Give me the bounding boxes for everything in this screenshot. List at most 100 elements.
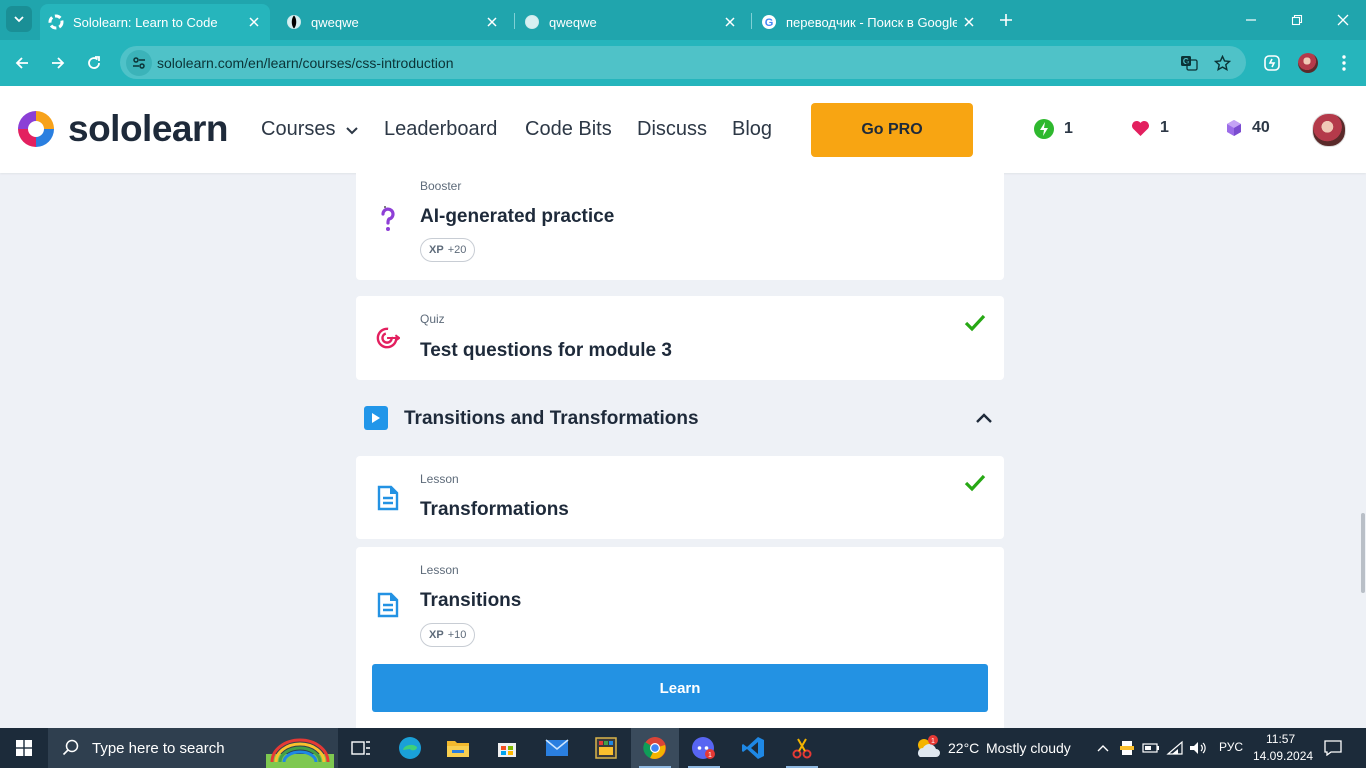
svg-text:G: G [1183,57,1189,66]
close-tab-icon[interactable] [718,10,742,34]
learn-button[interactable]: Learn [372,664,988,712]
xp-label: XP [429,244,444,256]
clock-time[interactable]: 11:57 [1266,732,1295,746]
forward-button[interactable] [44,49,72,77]
edge-app[interactable] [386,728,434,768]
gems-count: 40 [1252,119,1270,136]
wifi-icon[interactable] [1165,738,1185,758]
chevron-down-icon [346,126,359,134]
chrome-app[interactable] [631,728,679,768]
tune-icon [133,57,145,69]
sololearn-logo-icon [18,111,54,147]
go-pro-button[interactable]: Go PRO [811,103,973,157]
translate-button[interactable]: G [1178,52,1200,74]
address-bar[interactable]: sololearn.com/en/learn/courses/css-intro… [120,46,1246,79]
chevron-up-icon[interactable] [974,408,994,428]
browser-tab-bar: Sololearn: Learn to Code qweqwe qweqwe G… [0,0,1366,40]
tab-sololearn[interactable]: Sololearn: Learn to Code [40,4,270,40]
lightning-icon [1034,119,1054,139]
minimize-button[interactable] [1228,0,1274,40]
media-app[interactable] [582,728,630,768]
close-tab-icon[interactable] [242,10,266,34]
back-button[interactable] [8,49,36,77]
lesson-card-transformations[interactable]: Lesson Transformations [356,456,1004,539]
battery-icon[interactable] [1141,738,1161,758]
sololearn-logo[interactable]: sololearn [14,107,229,151]
language-indicator[interactable]: РУС [1219,740,1243,754]
tab-title: Sololearn: Learn to Code [73,14,218,30]
extensions-button[interactable] [1259,50,1285,76]
nav-leaderboard[interactable]: Leaderboard [384,118,497,141]
lesson-icon [376,485,400,511]
windows-taskbar: Type here to search 1 1 22°C Mostly clou… [0,728,1366,768]
vscode-icon [742,737,764,759]
translate-icon: G [1181,56,1198,71]
file-explorer-app[interactable] [434,728,482,768]
close-window-button[interactable] [1320,0,1366,40]
edge-icon [399,737,421,759]
vscode-app[interactable] [729,728,777,768]
url-text[interactable]: sololearn.com/en/learn/courses/css-intro… [157,55,453,71]
start-button[interactable] [0,728,48,768]
section-header[interactable]: Transitions and Transformations [356,400,1004,436]
close-tab-icon[interactable] [957,10,981,34]
store-app[interactable] [483,728,531,768]
restore-button[interactable] [1274,0,1320,40]
clock-date[interactable]: 14.09.2024 [1253,749,1313,763]
plus-icon [1000,14,1012,26]
nav-blog[interactable]: Blog [732,118,772,141]
nav-code-bits[interactable]: Code Bits [525,118,612,141]
quiz-card[interactable]: Quiz Test questions for module 3 [356,296,1004,380]
tab-search-button[interactable] [6,6,32,32]
reload-button[interactable] [80,49,108,77]
booster-kind: Booster [420,179,462,193]
streak-counter[interactable]: 1 [1034,119,1073,139]
gems-counter[interactable]: 40 [1226,119,1270,137]
reload-icon [88,56,100,69]
bookmark-button[interactable] [1211,52,1233,74]
weather-icon[interactable]: 1 [914,735,942,761]
notifications-button[interactable] [1323,738,1343,758]
tab-qweqwe-2[interactable]: qweqwe [516,4,746,40]
tab-separator [751,13,752,29]
tab-separator [514,13,515,29]
photo-icon [595,737,617,759]
taskbar-search[interactable]: Type here to search [48,728,338,768]
question-mark-icon [376,206,400,231]
close-tab-icon[interactable] [480,10,504,34]
page-scrollbar[interactable] [1361,513,1365,593]
show-hidden-icons[interactable] [1093,738,1113,758]
mail-app[interactable] [533,728,581,768]
profile-avatar[interactable] [1295,50,1321,76]
user-avatar[interactable] [1312,113,1346,147]
weather-temperature[interactable]: 22°C [948,740,979,756]
snipping-tool-app[interactable] [778,728,826,768]
weather-description[interactable]: Mostly cloudy [986,740,1071,756]
tab-google[interactable]: G переводчик - Поиск в Google [753,4,985,40]
nav-courses[interactable]: Courses [261,118,359,141]
task-view-button[interactable] [337,728,385,768]
svg-text:G: G [765,17,774,29]
globe-icon [525,15,539,29]
sync-icon [1264,55,1280,71]
tab-qweqwe-1[interactable]: qweqwe [278,4,508,40]
site-info-button[interactable] [126,50,152,76]
new-tab-button[interactable] [994,8,1018,32]
checkmark-icon [964,314,986,332]
search-icon [62,739,79,756]
booster-card[interactable]: Booster AI-generated practice XP +20 [356,173,1004,280]
volume-icon[interactable] [1188,738,1208,758]
arrow-left-icon [15,57,28,69]
star-icon [1213,54,1231,71]
xp-value: +10 [447,629,467,641]
notification-icon [1324,740,1342,756]
chevron-down-icon [14,16,24,23]
windows-icon [16,740,32,756]
nav-discuss[interactable]: Discuss [637,118,707,141]
chevron-up-icon [1097,745,1109,752]
vpn-tray-icon[interactable] [1117,738,1137,758]
folder-icon [447,741,469,757]
discord-app[interactable]: 1 [680,728,728,768]
hearts-counter[interactable]: 1 [1131,119,1169,137]
browser-menu-button[interactable] [1331,50,1357,76]
